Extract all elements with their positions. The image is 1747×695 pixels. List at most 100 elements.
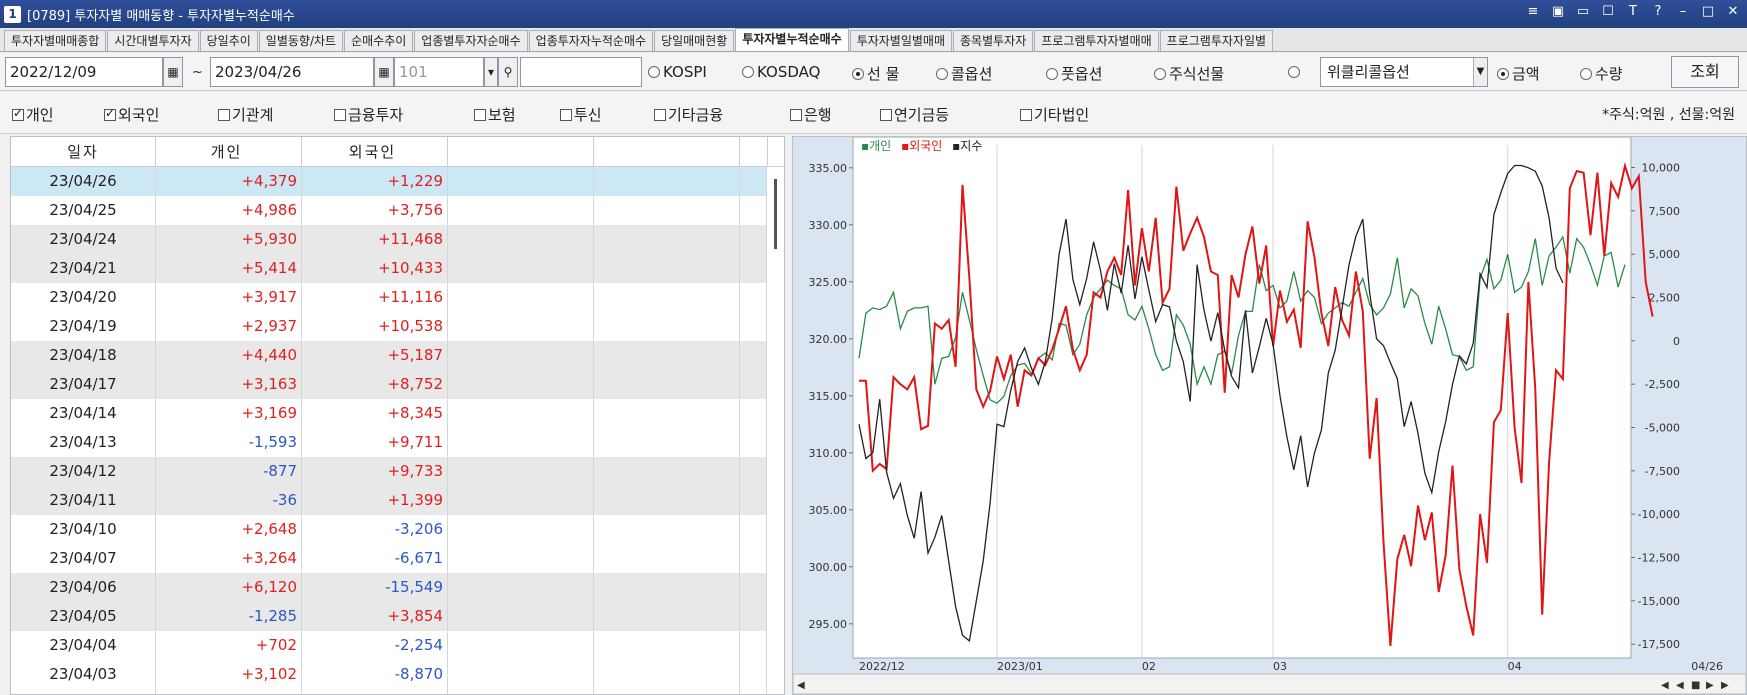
code-name-field[interactable]	[520, 57, 642, 87]
table-row[interactable]: 23/04/21 +5,414 +10,433	[11, 254, 784, 283]
table-row[interactable]: 23/04/07 +3,264 -6,671	[11, 544, 784, 573]
restore-icon[interactable]: ▭	[1575, 4, 1591, 19]
x-tick-label: 04	[1508, 660, 1522, 673]
header-date[interactable]: 일자	[11, 137, 156, 166]
table-row[interactable]: 23/04/18 +4,440 +5,187	[11, 341, 784, 370]
code-dropdown-icon[interactable]: ▾	[484, 57, 498, 87]
query-button[interactable]: 조회	[1671, 56, 1739, 88]
radio-kospi[interactable]: KOSPI	[648, 63, 707, 81]
radio-put-option[interactable]: 풋옵션	[1046, 63, 1102, 84]
cell-individual: +5,414	[156, 254, 302, 283]
table-row[interactable]: 23/04/20 +3,917 +11,116	[11, 283, 784, 312]
table-row[interactable]: 23/04/13 -1,593 +9,711	[11, 428, 784, 457]
radio-quantity[interactable]: 수량	[1580, 63, 1623, 84]
radio-dot	[1580, 68, 1592, 80]
tab-3[interactable]: 당일추이	[199, 30, 258, 51]
investor-checkbox-5[interactable]: 보험	[474, 104, 516, 125]
vertical-scrollbar[interactable]	[766, 167, 784, 694]
tab-4[interactable]: 일별동향/차트	[258, 30, 344, 51]
checkbox-box[interactable]	[1020, 109, 1032, 121]
table-row[interactable]: 23/04/19 +2,937 +10,538	[11, 312, 784, 341]
table-row[interactable]: 23/04/25 +4,986 +3,756	[11, 196, 784, 225]
table-row[interactable]: 23/04/04 +702 -2,254	[11, 631, 784, 660]
close-icon[interactable]: ✕	[1725, 4, 1741, 19]
table-row[interactable]: 23/04/10 +2,648 -3,206	[11, 515, 784, 544]
table-row[interactable]: 23/04/14 +3,169 +8,345	[11, 399, 784, 428]
start-date-input[interactable]: 2022/12/09	[5, 57, 163, 87]
investor-checkbox-1[interactable]: 개인	[12, 104, 54, 125]
menu-icon[interactable]: ≡	[1525, 4, 1541, 19]
checkbox-box[interactable]	[12, 106, 24, 121]
tab-7[interactable]: 업종투자자누적순매수	[528, 30, 654, 51]
cell-empty	[594, 312, 740, 341]
minimize-icon[interactable]: –	[1675, 4, 1691, 19]
checkbox-box[interactable]	[474, 109, 486, 121]
cell-foreign: -2,254	[302, 631, 448, 660]
table-row[interactable]: 23/04/17 +3,163 +8,752	[11, 370, 784, 399]
tab-9[interactable]: 투자자별누적순매수	[735, 28, 849, 51]
table-row[interactable]: 23/04/06 +6,120 -15,549	[11, 573, 784, 602]
checkbox-box[interactable]	[654, 109, 666, 121]
table-row[interactable]: 23/04/26 +4,379 +1,229	[11, 167, 784, 196]
checkbox-box[interactable]	[104, 106, 116, 121]
table-row[interactable]: 23/04/11 -36 +1,399	[11, 486, 784, 515]
tab-12[interactable]: 프로그램투자자별매매	[1034, 30, 1159, 51]
investor-checkbox-10[interactable]: 기타법인	[1020, 104, 1089, 125]
tab-5[interactable]: 순매수추이	[344, 30, 414, 51]
table-row[interactable]: 23/04/05 -1,285 +3,854	[11, 602, 784, 631]
table-row[interactable]	[11, 689, 784, 694]
investor-checkbox-3[interactable]: 기관계	[218, 104, 273, 125]
radio-futures[interactable]: 선 물	[852, 63, 899, 84]
left-tick-label: 320.00	[809, 333, 848, 346]
investor-checkbox-7[interactable]: 기타금융	[654, 104, 723, 125]
cell-date: 23/04/07	[11, 544, 156, 573]
radio-call-option[interactable]: 콜옵션	[936, 63, 992, 84]
radio-amount[interactable]: 금액	[1497, 63, 1540, 84]
radio-stock-futures[interactable]: 주식선물	[1154, 63, 1224, 84]
checkbox-box[interactable]	[218, 109, 230, 121]
calendar-icon[interactable]: ▦	[163, 57, 183, 87]
calendar-icon[interactable]: ▦	[374, 57, 394, 87]
table-row[interactable]: 23/04/12 -877 +9,733	[11, 457, 784, 486]
tab-6[interactable]: 업종별투자자순매수	[414, 30, 528, 51]
tab-13[interactable]: 프로그램투자자일별	[1159, 30, 1274, 51]
checkbox-box[interactable]	[880, 109, 892, 121]
investor-checkbox-6[interactable]: 투신	[560, 104, 602, 125]
radio-kosdaq[interactable]: KOSDAQ	[742, 63, 820, 81]
code-input[interactable]: 101	[394, 57, 484, 87]
cell-foreign: -8,870	[302, 660, 448, 689]
pin-icon[interactable]: ☐	[1600, 4, 1616, 19]
font-icon[interactable]: T	[1625, 4, 1641, 19]
header-foreign[interactable]: 외국인	[302, 137, 448, 166]
investor-checkbox-9[interactable]: 연기금등	[880, 104, 949, 125]
table-row[interactable]: 23/04/03 +3,102 -8,870	[11, 660, 784, 689]
help-icon[interactable]: ?	[1650, 4, 1666, 19]
checkbox-box[interactable]	[790, 109, 802, 121]
tab-2[interactable]: 시간대별투자자	[107, 30, 199, 51]
investor-checkbox-2[interactable]: 외국인	[104, 104, 159, 125]
radio-weekly[interactable]	[1288, 63, 1303, 81]
cell-date: 23/04/13	[11, 428, 156, 457]
investor-checkbox-4[interactable]: 금융투자	[334, 104, 403, 125]
search-icon[interactable]: ⚲	[498, 57, 518, 87]
weekly-option-select[interactable]: 위클리콜옵션 ▼	[1320, 57, 1488, 87]
tab-10[interactable]: 투자자별일별매매	[849, 30, 953, 51]
cell-empty	[594, 341, 740, 370]
tab-1[interactable]: 투자자별매매종합	[4, 30, 107, 51]
chevron-down-icon[interactable]: ▼	[1473, 58, 1487, 86]
scrollbar-thumb[interactable]	[774, 179, 777, 249]
table-row[interactable]: 23/04/24 +5,930 +11,468	[11, 225, 784, 254]
tab-11[interactable]: 종목별투자자	[953, 30, 1034, 51]
maximize-icon[interactable]: □	[1700, 4, 1716, 19]
checkbox-box[interactable]	[560, 109, 572, 121]
header-individual[interactable]: 개인	[156, 137, 302, 166]
screen-icon[interactable]: ▣	[1550, 4, 1566, 19]
right-tick-label: 5,000	[1649, 248, 1681, 261]
cell-empty	[740, 602, 768, 631]
checkbox-box[interactable]	[334, 109, 346, 121]
end-date-input[interactable]: 2023/04/26	[210, 57, 374, 87]
cell-empty	[740, 544, 768, 573]
tab-8[interactable]: 당일매매현황	[654, 30, 735, 51]
cell-individual: -36	[156, 486, 302, 515]
investor-checkbox-8[interactable]: 은행	[790, 104, 832, 125]
